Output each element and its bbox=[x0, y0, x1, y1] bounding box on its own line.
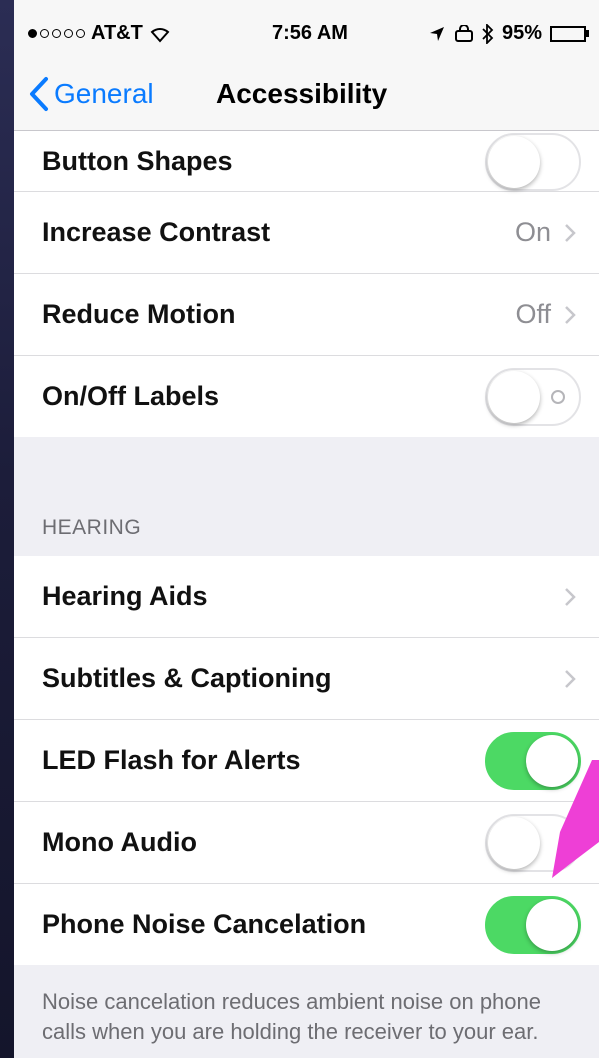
chevron-right-icon bbox=[565, 587, 576, 606]
back-button[interactable]: General bbox=[28, 76, 154, 112]
location-icon bbox=[429, 26, 444, 41]
row-value: Off bbox=[515, 299, 551, 329]
row-hearing-aids[interactable]: Hearing Aids bbox=[14, 556, 599, 638]
row-reduce-motion[interactable]: Reduce Motion Off bbox=[14, 274, 599, 356]
row-label: Subtitles & Captioning bbox=[42, 663, 332, 693]
row-led-flash[interactable]: LED Flash for Alerts bbox=[14, 720, 599, 802]
phone-noise-cancelation-toggle[interactable] bbox=[485, 895, 581, 954]
off-label-icon bbox=[551, 389, 565, 404]
display-settings-group: Button Shapes Increase Contrast On Reduc… bbox=[14, 131, 599, 437]
hearing-settings-group: Hearing Aids Subtitles & Captioning LED … bbox=[14, 556, 599, 965]
row-label: Button Shapes bbox=[42, 145, 233, 176]
row-subtitles-captioning[interactable]: Subtitles & Captioning bbox=[14, 638, 599, 720]
row-value: On bbox=[514, 217, 551, 247]
row-label: Mono Audio bbox=[42, 827, 197, 857]
on-off-labels-toggle[interactable] bbox=[485, 367, 581, 426]
section-footer-note: Noise cancelation reduces ambient noise … bbox=[42, 989, 541, 1044]
bluetooth-icon bbox=[482, 23, 494, 44]
phone-screen: AT&T 7:56 AM 95% General Accessibility B… bbox=[14, 0, 599, 1058]
toggle-knob bbox=[526, 898, 578, 951]
button-shapes-toggle[interactable] bbox=[485, 133, 581, 191]
row-button-shapes[interactable]: Button Shapes bbox=[14, 131, 599, 192]
status-time: 7:56 AM bbox=[272, 22, 348, 44]
section-header-hearing: HEARING bbox=[42, 516, 142, 539]
row-label: Hearing Aids bbox=[42, 581, 208, 611]
row-phone-noise-cancelation[interactable]: Phone Noise Cancelation bbox=[14, 884, 599, 965]
row-increase-contrast[interactable]: Increase Contrast On bbox=[14, 192, 599, 274]
signal-strength-icon bbox=[28, 29, 85, 38]
chevron-right-icon bbox=[565, 223, 576, 242]
rotation-lock-icon bbox=[454, 24, 473, 42]
row-label: Phone Noise Cancelation bbox=[42, 909, 367, 939]
status-right: 95% bbox=[428, 22, 589, 45]
row-label: LED Flash for Alerts bbox=[42, 745, 301, 775]
carrier-name: AT&T bbox=[91, 22, 143, 44]
row-label: Increase Contrast bbox=[42, 217, 271, 247]
row-label: On/Off Labels bbox=[42, 381, 220, 411]
toggle-knob bbox=[488, 816, 540, 869]
toggle-knob bbox=[488, 370, 540, 423]
chevron-left-icon bbox=[30, 77, 48, 111]
wifi-icon bbox=[150, 27, 170, 43]
chevron-right-icon bbox=[565, 305, 576, 324]
battery-percent: 95% bbox=[501, 22, 542, 44]
row-on-off-labels[interactable]: On/Off Labels bbox=[14, 356, 599, 437]
back-button-label: General bbox=[54, 78, 154, 109]
pointer-arrow-annotation bbox=[552, 760, 599, 878]
chevron-right-icon bbox=[565, 669, 576, 688]
page-title: Accessibility bbox=[216, 78, 388, 109]
row-mono-audio[interactable]: Mono Audio bbox=[14, 802, 599, 884]
battery-icon bbox=[550, 25, 589, 42]
navigation-bar: General Accessibility bbox=[14, 64, 599, 131]
settings-list: Button Shapes Increase Contrast On Reduc… bbox=[14, 131, 599, 1047]
status-bar: AT&T 7:56 AM 95% bbox=[14, 0, 599, 64]
carrier-info: AT&T bbox=[28, 22, 171, 45]
toggle-knob bbox=[488, 136, 540, 188]
row-label: Reduce Motion bbox=[42, 299, 236, 329]
